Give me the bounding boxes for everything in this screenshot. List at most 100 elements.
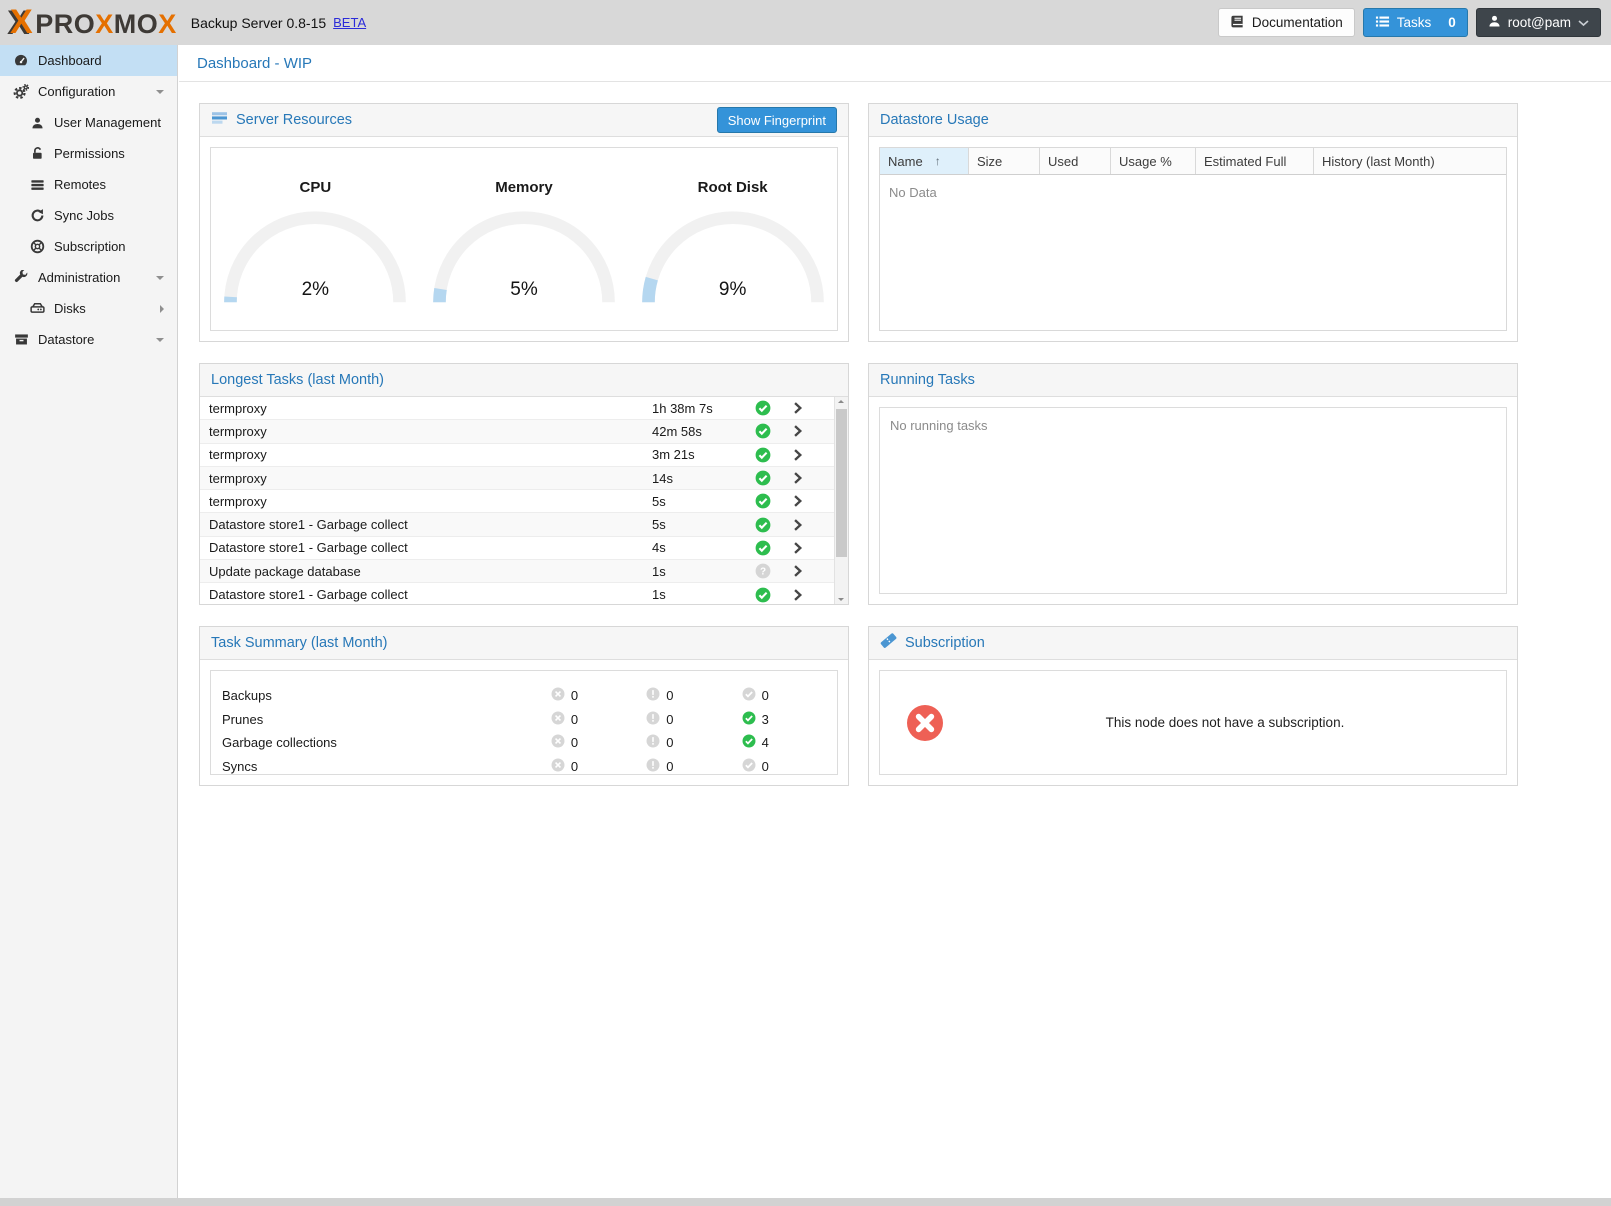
task-row[interactable]: Update package database 1s ? bbox=[200, 560, 834, 583]
summary-row-prunes: Prunes 0 0 3 bbox=[222, 708, 837, 732]
column-header-size[interactable]: Size bbox=[969, 148, 1040, 174]
running-tasks-panel: Running Tasks No running tasks bbox=[868, 363, 1518, 605]
sidebar-item-remotes[interactable]: Remotes bbox=[0, 169, 177, 200]
summary-row-syncs: Syncs 0 0 0 bbox=[222, 755, 837, 776]
scroll-down-arrow-icon[interactable] bbox=[838, 598, 844, 601]
task-row[interactable]: termproxy 1h 38m 7s bbox=[200, 397, 834, 420]
server-resources-icon bbox=[211, 110, 228, 131]
task-row[interactable]: termproxy 3m 21s bbox=[200, 444, 834, 467]
beta-link[interactable]: BETA bbox=[333, 15, 366, 30]
bottom-border-strip bbox=[0, 1198, 1611, 1206]
scrollbar-thumb[interactable] bbox=[836, 409, 847, 557]
scroll-up-arrow-icon[interactable] bbox=[838, 400, 844, 403]
archive-box-icon bbox=[12, 332, 30, 348]
status-ok-icon bbox=[755, 470, 790, 486]
svg-text:?: ? bbox=[760, 567, 766, 578]
chevron-right-icon[interactable] bbox=[790, 400, 834, 416]
warning-count-icon bbox=[646, 687, 660, 704]
task-row[interactable]: termproxy 42m 58s bbox=[200, 420, 834, 443]
chevron-right-icon[interactable] bbox=[790, 493, 834, 509]
error-count-icon bbox=[551, 734, 565, 751]
hard-disk-icon bbox=[28, 301, 46, 317]
panel-title: Datastore Usage bbox=[880, 112, 989, 128]
chevron-right-icon[interactable] bbox=[790, 563, 834, 579]
documentation-button[interactable]: Documentation bbox=[1218, 8, 1355, 37]
task-row[interactable]: termproxy 5s bbox=[200, 490, 834, 513]
ok-count-icon bbox=[742, 758, 756, 775]
caret-down-icon bbox=[156, 276, 164, 284]
status-ok-icon bbox=[755, 447, 790, 463]
vertical-scrollbar[interactable] bbox=[834, 397, 848, 604]
user-icon bbox=[28, 115, 46, 131]
logo-text: PRO bbox=[35, 9, 95, 40]
longest-tasks-list: termproxy 1h 38m 7s termproxy 42m 58s bbox=[200, 397, 848, 604]
column-header-history[interactable]: History (last Month) bbox=[1314, 148, 1506, 174]
sidebar-item-subscription[interactable]: Subscription bbox=[0, 231, 177, 262]
product-version: Backup Server 0.8-15 bbox=[191, 15, 326, 31]
root-disk-usage-value: 9% bbox=[635, 279, 831, 301]
main-content: Dashboard - WIP Server Resources Show Fi… bbox=[179, 45, 1611, 1198]
dashboard-icon bbox=[12, 53, 30, 69]
sidebar-item-sync-jobs[interactable]: Sync Jobs bbox=[0, 200, 177, 231]
chevron-down-icon bbox=[1578, 15, 1589, 30]
proxmox-logo: X PROXMOX bbox=[10, 3, 177, 42]
no-running-tasks-text: No running tasks bbox=[880, 408, 1506, 443]
sidebar-item-dashboard[interactable]: Dashboard bbox=[0, 45, 177, 76]
status-ok-icon bbox=[755, 423, 790, 439]
column-header-name[interactable]: Name ↑ bbox=[880, 148, 969, 174]
sidebar-item-permissions[interactable]: Permissions bbox=[0, 138, 177, 169]
subscription-message: This node does not have a subscription. bbox=[944, 715, 1506, 730]
user-icon bbox=[1488, 14, 1501, 31]
chevron-right-icon[interactable] bbox=[790, 587, 834, 603]
warning-count-icon bbox=[646, 711, 660, 728]
server-resources-panel: Server Resources Show Fingerprint CPU bbox=[199, 103, 849, 342]
error-count-icon bbox=[551, 711, 565, 728]
task-summary-panel: Task Summary (last Month) Backups 0 0 0 … bbox=[199, 626, 849, 786]
status-ok-icon bbox=[755, 540, 790, 556]
subscription-panel: Subscription This node does not have a s… bbox=[868, 626, 1518, 786]
tasks-count-badge: 0 bbox=[1448, 15, 1456, 30]
column-header-estimated-full[interactable]: Estimated Full bbox=[1196, 148, 1314, 174]
chevron-right-icon[interactable] bbox=[790, 447, 834, 463]
panel-title: Server Resources bbox=[236, 112, 352, 128]
sidebar-item-disks[interactable]: Disks bbox=[0, 293, 177, 324]
show-fingerprint-button[interactable]: Show Fingerprint bbox=[717, 107, 837, 133]
root-disk-gauge: Root Disk 9% bbox=[635, 151, 831, 309]
status-ok-icon bbox=[755, 493, 790, 509]
no-data-text: No Data bbox=[880, 175, 1506, 210]
column-header-usage-pct[interactable]: Usage % bbox=[1111, 148, 1196, 174]
task-row[interactable]: termproxy 14s bbox=[200, 467, 834, 490]
memory-usage-value: 5% bbox=[426, 279, 622, 301]
ok-count-icon bbox=[742, 687, 756, 704]
gears-icon bbox=[12, 84, 30, 100]
error-count-icon bbox=[551, 687, 565, 704]
caret-down-icon bbox=[156, 90, 164, 98]
sidebar-item-administration[interactable]: Administration bbox=[0, 262, 177, 293]
warning-count-icon bbox=[646, 758, 660, 775]
panel-title: Task Summary (last Month) bbox=[211, 635, 387, 651]
warning-count-icon bbox=[646, 734, 660, 751]
chevron-right-icon[interactable] bbox=[790, 517, 834, 533]
sidebar-item-user-management[interactable]: User Management bbox=[0, 107, 177, 138]
cpu-gauge: CPU 2% bbox=[217, 151, 413, 309]
task-row[interactable]: Datastore store1 - Garbage collect 5s bbox=[200, 513, 834, 536]
longest-tasks-panel: Longest Tasks (last Month) termproxy 1h … bbox=[199, 363, 849, 605]
error-count-icon bbox=[551, 758, 565, 775]
chevron-right-icon[interactable] bbox=[790, 423, 834, 439]
task-row[interactable]: Datastore store1 - Garbage collect 4s bbox=[200, 537, 834, 560]
sidebar-item-configuration[interactable]: Configuration bbox=[0, 76, 177, 107]
sidebar-nav: Dashboard Configuration User Management … bbox=[0, 45, 178, 1198]
app-header: X PROXMOX Backup Server 0.8-15 BETA Docu… bbox=[0, 0, 1611, 45]
column-header-used[interactable]: Used bbox=[1040, 148, 1111, 174]
chevron-right-icon[interactable] bbox=[790, 470, 834, 486]
task-row[interactable]: Datastore store1 - Garbage collect 1s bbox=[200, 583, 834, 604]
sidebar-item-datastore[interactable]: Datastore bbox=[0, 324, 177, 355]
panel-title: Longest Tasks (last Month) bbox=[211, 372, 384, 388]
task-list-icon bbox=[1375, 14, 1390, 32]
user-menu-button[interactable]: root@pam bbox=[1476, 8, 1601, 37]
summary-row-backups: Backups 0 0 0 bbox=[222, 684, 837, 708]
chevron-right-icon[interactable] bbox=[790, 540, 834, 556]
unlock-icon bbox=[28, 146, 46, 162]
tasks-button[interactable]: Tasks 0 bbox=[1363, 8, 1468, 37]
caret-down-icon bbox=[156, 338, 164, 346]
